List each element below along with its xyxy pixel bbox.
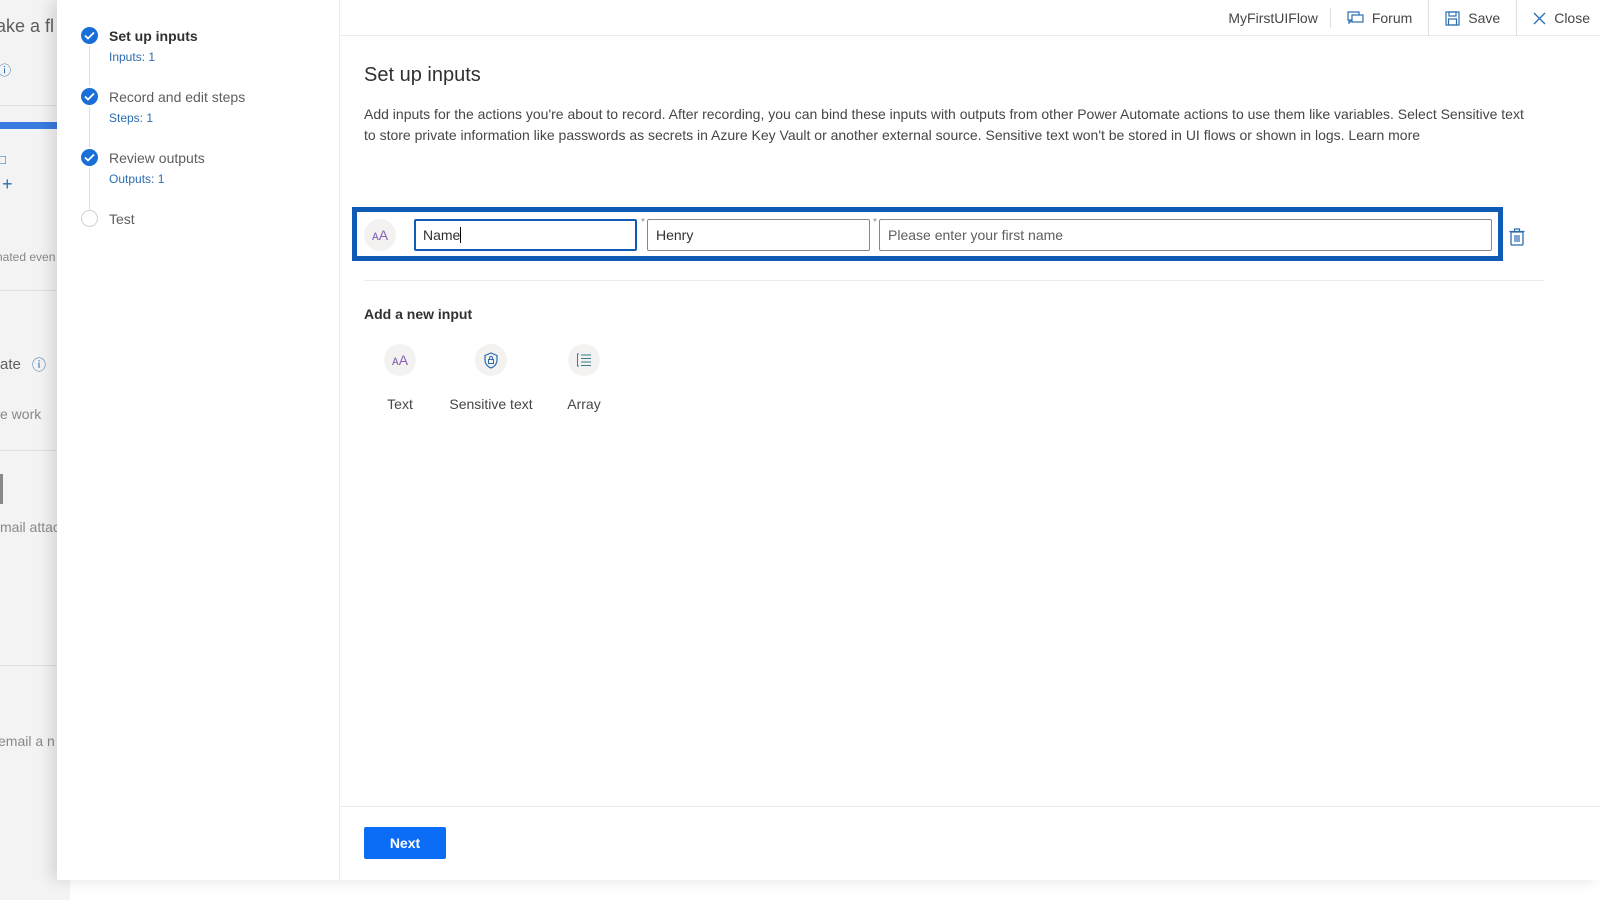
step-label: Set up inputs xyxy=(109,28,198,44)
step-test[interactable]: Test xyxy=(81,210,135,227)
stepper: Set up inputs Inputs: 1 Record and edit … xyxy=(57,0,340,880)
close-label: Close xyxy=(1554,10,1590,26)
background-snippet: email a n xyxy=(0,733,55,749)
text-caret xyxy=(460,227,462,244)
step-label: Test xyxy=(109,211,135,227)
forum-label: Forum xyxy=(1371,10,1413,26)
check-icon xyxy=(81,27,98,44)
save-button[interactable]: Save xyxy=(1429,0,1518,36)
background-snippet: mail attac xyxy=(0,519,60,535)
save-label: Save xyxy=(1468,10,1501,26)
default-value: Henry xyxy=(656,227,694,243)
add-sensitive-text-button[interactable]: Sensitive text xyxy=(441,344,541,412)
save-icon xyxy=(1445,10,1460,26)
background-snippet: e work xyxy=(0,406,42,422)
background-snippet: nated even xyxy=(0,250,56,264)
add-text-input-button[interactable]: ᴀA Text xyxy=(350,344,450,412)
step-review-outputs[interactable]: Review outputs Outputs: 1 xyxy=(81,149,205,186)
step-sub: Outputs: 1 xyxy=(109,172,165,186)
close-button[interactable]: Close xyxy=(1517,0,1600,36)
next-button[interactable]: Next xyxy=(364,827,446,859)
input-row: ᴀA Name * Henry * Please enter your firs… xyxy=(352,207,1503,261)
check-icon xyxy=(81,149,98,166)
delete-icon[interactable] xyxy=(1509,228,1525,246)
step-record-and-edit[interactable]: Record and edit steps Steps: 1 xyxy=(81,88,245,125)
description-placeholder: Please enter your first name xyxy=(888,227,1064,243)
required-marker: * xyxy=(641,217,645,228)
square-icon: □ xyxy=(0,152,6,167)
forum-button[interactable]: Forum xyxy=(1331,0,1430,36)
text-type-icon[interactable]: ᴀA xyxy=(364,219,396,251)
add-array-button[interactable]: Array xyxy=(534,344,634,412)
shield-lock-icon xyxy=(475,344,507,376)
required-marker: * xyxy=(873,217,877,228)
step-label: Review outputs xyxy=(109,150,205,166)
text-type-icon: ᴀA xyxy=(384,344,416,376)
page-description: Add inputs for the actions you're about … xyxy=(364,106,1524,143)
background-snippet: ate xyxy=(0,356,21,373)
add-option-label: Sensitive text xyxy=(449,396,533,412)
step-set-up-inputs[interactable]: Set up inputs Inputs: 1 xyxy=(81,27,198,64)
ui-flow-panel: Set up inputs Inputs: 1 Record and edit … xyxy=(57,0,1600,880)
plus-icon: + xyxy=(2,174,13,194)
top-bar: MyFirstUIFlow Forum Save Close xyxy=(340,0,1600,36)
check-icon xyxy=(81,88,98,105)
info-icon: ⓘ xyxy=(0,63,12,78)
chat-icon xyxy=(1347,11,1364,25)
add-input-title: Add a new input xyxy=(364,306,473,322)
background-title: ake a fl xyxy=(0,16,55,36)
input-name-value: Name xyxy=(423,227,461,243)
info-icon: ⓘ xyxy=(32,357,46,373)
page-title: Set up inputs xyxy=(364,64,481,86)
footer-divider xyxy=(340,806,1600,807)
list-icon xyxy=(568,344,600,376)
input-name-field[interactable]: Name xyxy=(414,219,637,251)
close-icon xyxy=(1533,12,1546,24)
flow-name: MyFirstUIFlow xyxy=(1228,8,1331,28)
step-label: Record and edit steps xyxy=(109,89,246,105)
description-field[interactable]: Please enter your first name xyxy=(879,219,1492,251)
step-sub: Inputs: 1 xyxy=(109,50,156,64)
divider xyxy=(364,280,1544,281)
add-option-label: Array xyxy=(567,396,601,412)
default-value-field[interactable]: Henry xyxy=(647,219,870,251)
step-sub: Steps: 1 xyxy=(109,111,154,125)
background-icon xyxy=(0,474,3,504)
empty-circle-icon xyxy=(81,210,98,227)
add-option-label: Text xyxy=(387,396,413,412)
